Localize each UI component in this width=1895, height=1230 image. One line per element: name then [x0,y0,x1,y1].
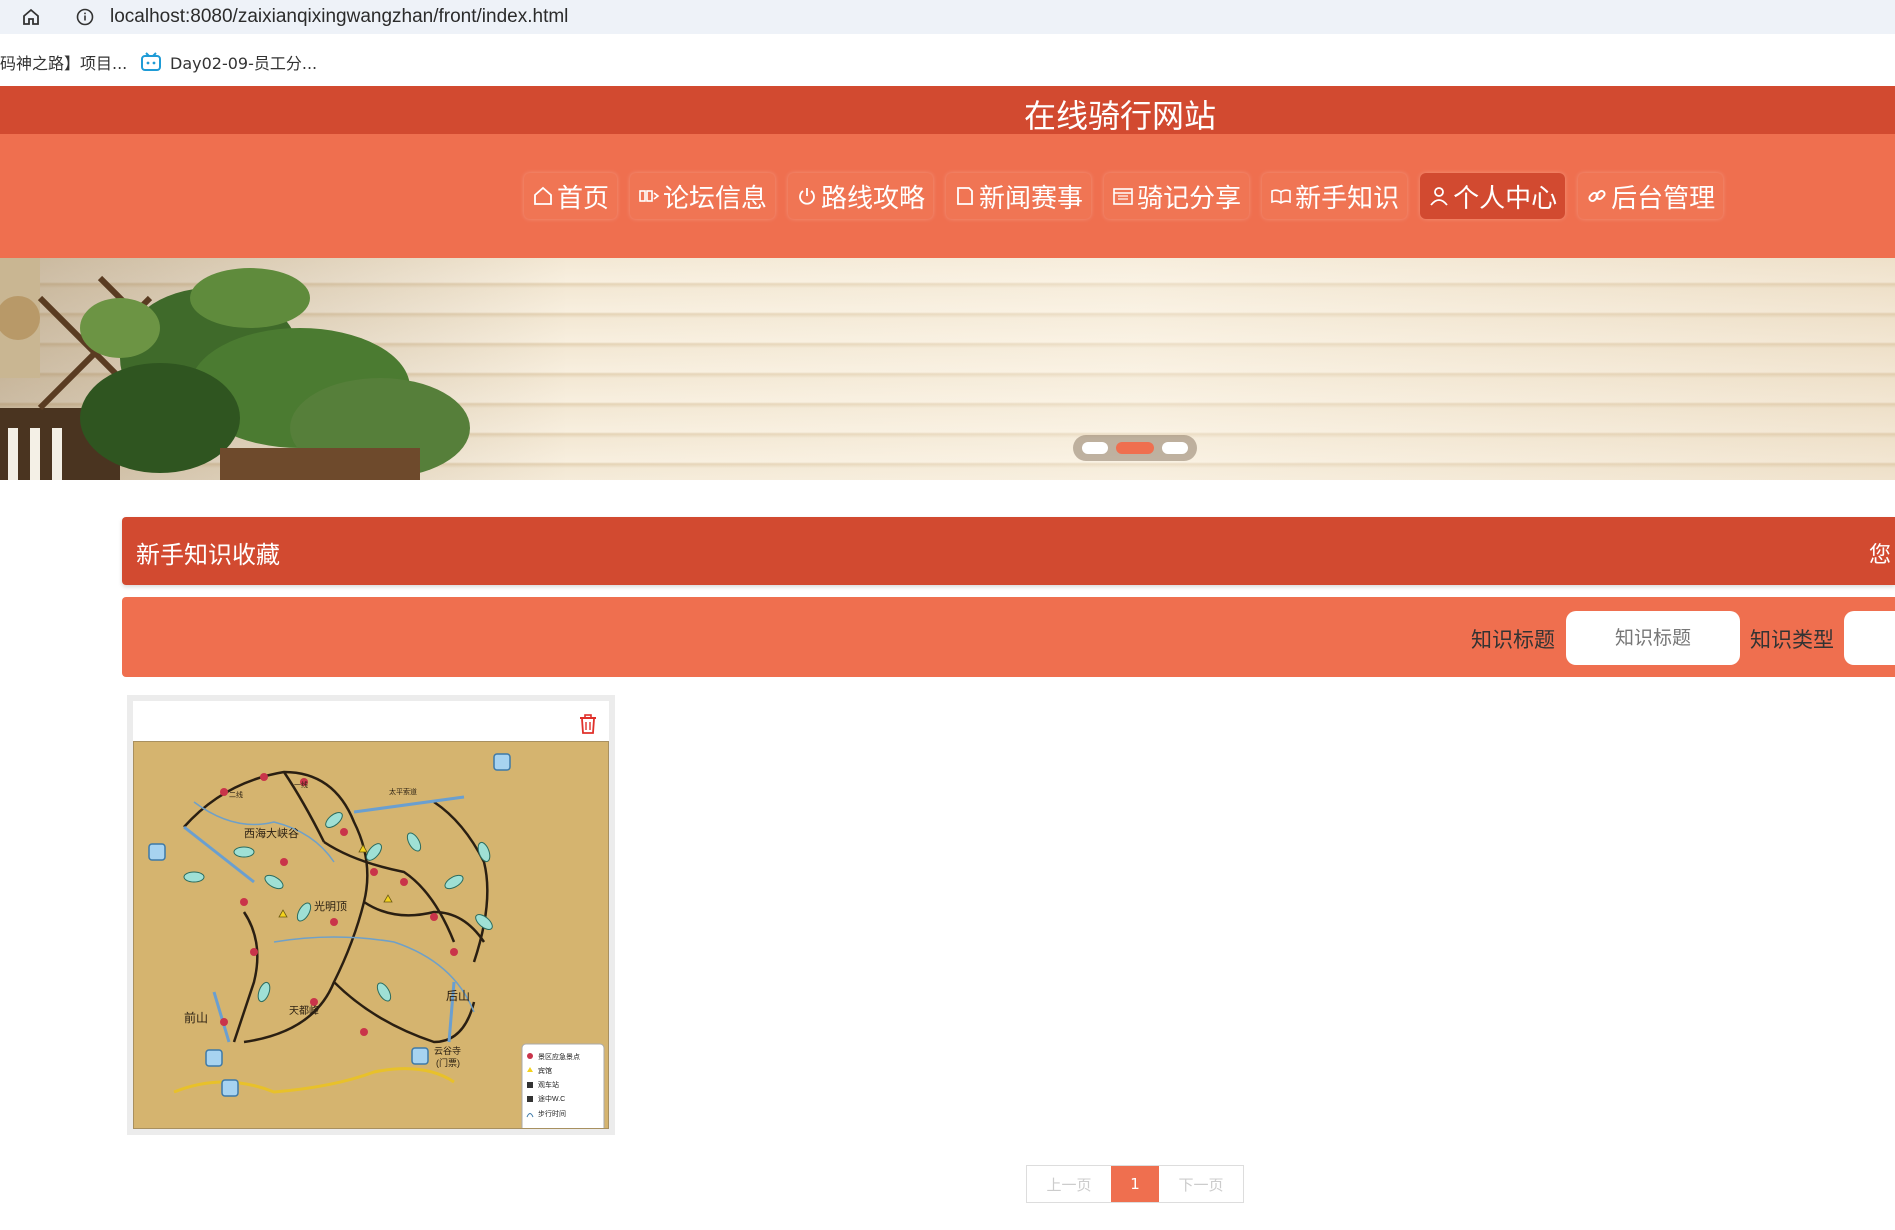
map-label: 太平索道 [389,787,417,796]
banner-plant-image [0,258,470,480]
bookmark-label: Day02-09-员工分... [170,54,318,73]
link-icon [1588,189,1606,203]
map-label: 二线 [229,790,243,799]
calendar-icon [1113,188,1133,205]
map-label: 西海大峡谷 [244,826,299,840]
delete-icon[interactable] [577,713,599,735]
nav-item-home[interactable]: 首页 [524,173,618,219]
legend-item: 途中W.C [538,1094,565,1103]
title-filter-input[interactable] [1566,611,1740,665]
book-icon [1271,189,1291,204]
section-breadcrumb: 您 [1869,543,1892,568]
user-icon [1430,187,1448,206]
nav-label: 路线攻略 [821,183,926,214]
nav-label: 首页 [557,183,610,214]
search-bar: 知识标题 知识类型 [122,597,1895,677]
map-label: 云谷寺 [434,1046,461,1056]
nav-label: 骑记分享 [1137,183,1242,214]
nav-item-beginner[interactable]: 新手知识 [1262,173,1408,219]
forum-icon [639,190,660,202]
nav-item-forum[interactable]: 论坛信息 [630,173,776,219]
section-title: 新手知识收藏 [136,541,280,569]
home-icon[interactable] [18,4,44,30]
bookmark-item[interactable]: 码神之路】项目... [0,50,127,74]
bookmark-label: 码神之路】项目... [0,54,128,73]
nav-item-profile[interactable]: 个人中心 [1420,173,1566,219]
map-label: 前山 [184,1010,208,1025]
site-title-bar: 在线骑行网站 [0,86,1895,135]
nav-label: 后台管理 [1611,183,1716,214]
page-button-current[interactable]: 1 [1111,1166,1159,1202]
nav-item-admin[interactable]: 后台管理 [1578,173,1724,219]
carousel-dot[interactable] [1082,442,1108,454]
main-nav: 首页 论坛信息 路线攻略 新闻赛事 骑记分享 新手知识 个人中心 后台管理 [524,173,1724,219]
carousel-dot[interactable] [1162,442,1188,454]
title-filter-label: 知识标题 [1471,628,1555,652]
bilibili-icon [141,52,161,71]
route-map-image: 西海大峡谷 光明顶 前山 后山 天都峰 云谷寺 (门票) 太平索道 二线 一线 … [133,741,609,1129]
news-icon [957,187,973,205]
bookmark-item[interactable]: Day02-09-员工分... [140,50,317,74]
legend-item: 宾馆 [538,1066,552,1075]
browser-address-bar: localhost:8080/zaixianqixingwangzhan/fro… [0,0,1895,34]
prev-page-button[interactable]: 上一页 [1027,1166,1111,1202]
nav-label: 新闻赛事 [979,183,1084,214]
site-info-icon[interactable] [74,6,96,28]
main-nav-bar: 首页 论坛信息 路线攻略 新闻赛事 骑记分享 新手知识 个人中心 后台管理 [0,134,1895,258]
bookmarks-bar: 码神之路】项目... Day02-09-员工分... [0,34,1895,86]
map-label: 天都峰 [289,1005,319,1017]
legend-item: 观车站 [538,1080,559,1089]
legend-item: 景区应急景点 [538,1052,580,1061]
nav-label: 论坛信息 [663,183,768,214]
collection-card[interactable]: 西海大峡谷 光明顶 前山 后山 天都峰 云谷寺 (门票) 太平索道 二线 一线 … [127,695,615,1135]
next-page-button[interactable]: 下一页 [1159,1166,1243,1202]
pagination: 上一页 1 下一页 [1026,1165,1244,1203]
type-filter-input[interactable] [1844,611,1895,665]
nav-item-news[interactable]: 新闻赛事 [946,173,1092,219]
nav-label: 个人中心 [1453,183,1558,214]
map-label: 光明顶 [314,899,347,913]
site-title: 在线骑行网站 [1023,97,1216,135]
banner-carousel[interactable] [0,258,1895,480]
map-label: 后山 [446,989,470,1003]
carousel-dot-active[interactable] [1116,442,1154,454]
type-filter-label: 知识类型 [1750,628,1834,652]
legend-item: 步行时间 [538,1109,566,1118]
section-header: 新手知识收藏 您 [122,517,1895,585]
map-label: 一线 [294,780,308,789]
nav-label: 新手知识 [1295,183,1400,214]
url-field[interactable]: localhost:8080/zaixianqixingwangzhan/fro… [110,4,568,30]
nav-item-routes[interactable]: 路线攻略 [788,173,934,219]
power-icon [799,188,815,205]
home-icon [534,186,552,205]
map-label: (门票) [436,1057,460,1068]
nav-item-ride-share[interactable]: 骑记分享 [1104,173,1250,219]
carousel-indicators [1073,435,1197,461]
